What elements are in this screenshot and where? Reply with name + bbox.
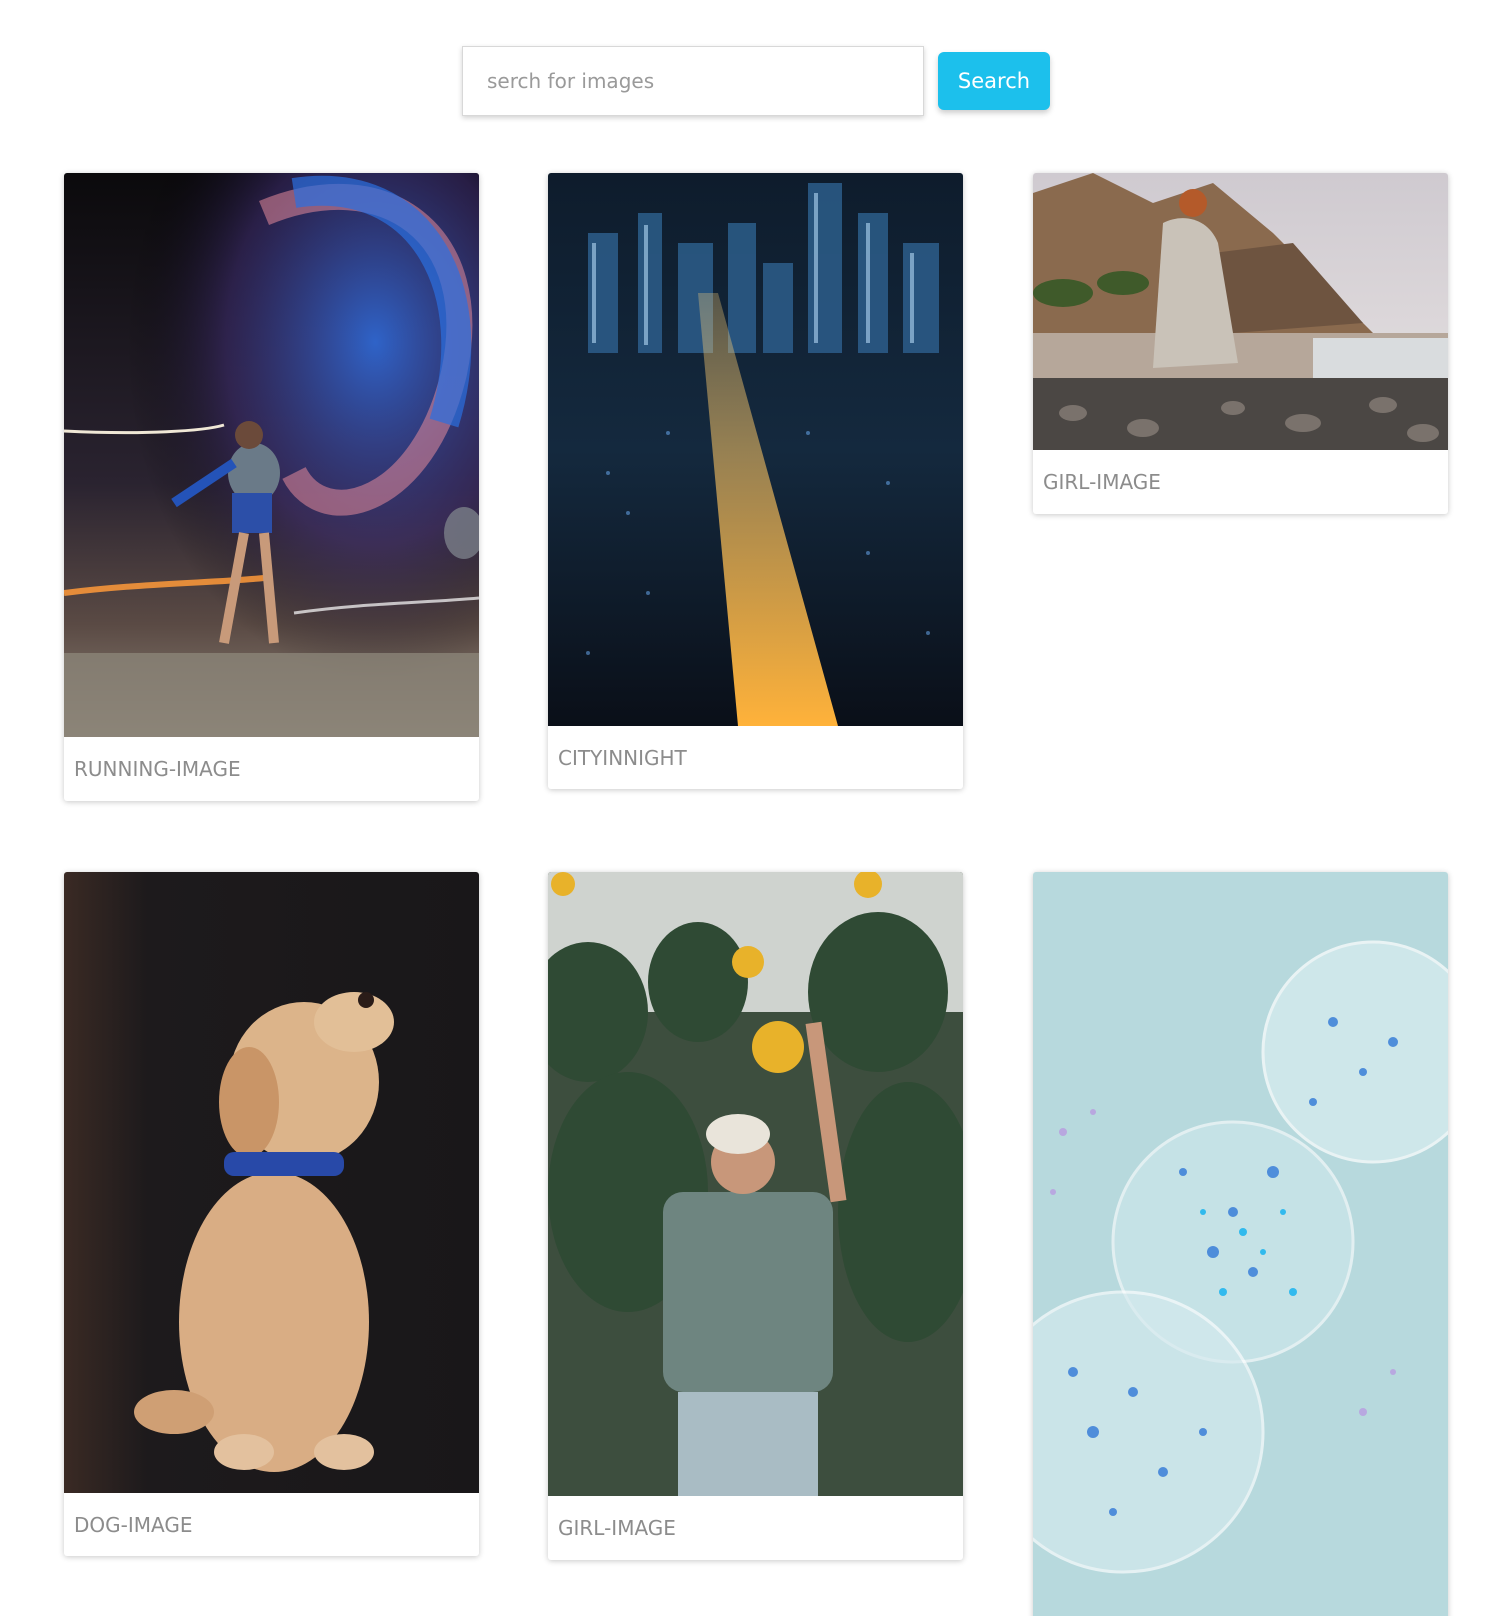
image-card-dog[interactable]: DOG-IMAGE	[64, 872, 479, 1556]
search-button[interactable]: Search	[938, 52, 1050, 110]
girl-beach-photo[interactable]	[1033, 173, 1448, 450]
girl-sunflowers-photo[interactable]	[548, 872, 963, 1496]
city-photo[interactable]	[548, 173, 963, 726]
dog-photo[interactable]	[64, 872, 479, 1493]
card-caption: GIRL-IMAGE	[558, 1516, 676, 1540]
spheres-photo[interactable]	[1033, 872, 1448, 1616]
image-card-running[interactable]: RUNNING-IMAGE	[64, 173, 479, 801]
search-input[interactable]	[462, 46, 924, 116]
image-card-city[interactable]: CITYINNIGHT	[548, 173, 963, 789]
image-card-girl-sunflowers[interactable]: GIRL-IMAGE	[548, 872, 963, 1560]
card-caption: DOG-IMAGE	[74, 1512, 193, 1537]
card-caption: CITYINNIGHT	[558, 745, 687, 770]
running-photo[interactable]	[64, 173, 479, 737]
card-caption: GIRL-IMAGE	[1043, 470, 1161, 494]
page: Search	[0, 0, 1503, 1616]
search-bar: Search	[462, 46, 1050, 116]
card-caption: RUNNING-IMAGE	[74, 757, 241, 781]
image-card-girl-beach[interactable]: GIRL-IMAGE	[1033, 173, 1448, 514]
image-card-spheres[interactable]	[1033, 872, 1448, 1616]
